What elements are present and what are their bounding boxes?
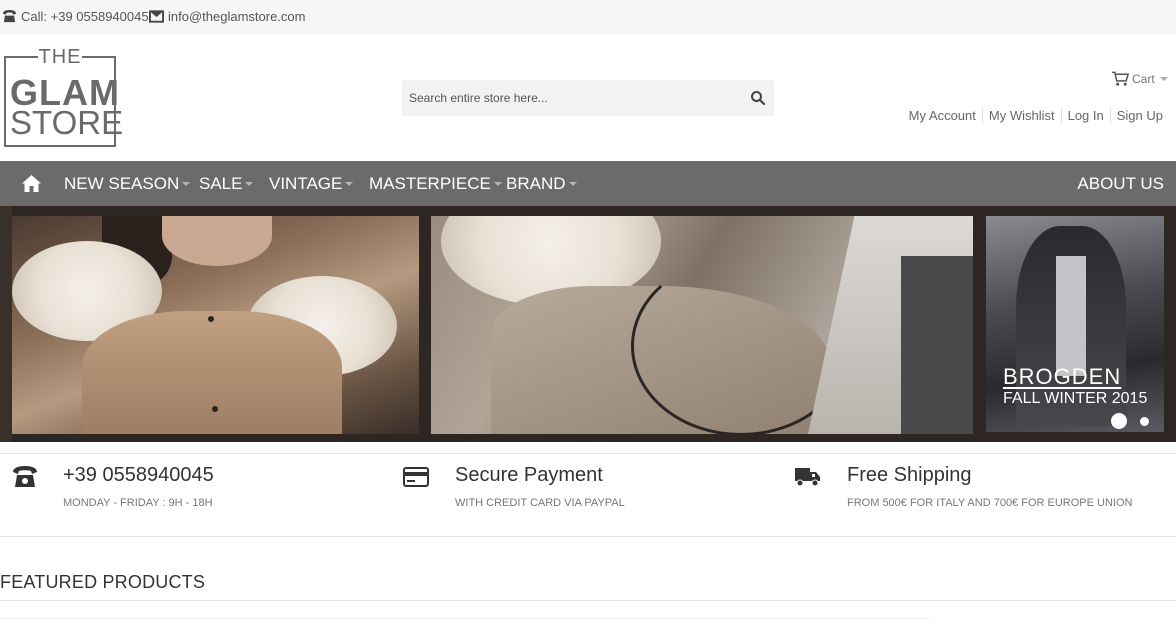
- chevron-down-icon: [568, 182, 577, 186]
- topbar-call[interactable]: Call: +39 0558940045: [2, 9, 149, 24]
- nav-item-label: MASTERPIECE: [369, 174, 491, 193]
- topbar-call-text: Call: +39 0558940045: [21, 9, 149, 24]
- hero-neck: [162, 216, 272, 266]
- hero-slider[interactable]: [0, 206, 1176, 442]
- logo-line-store: STORE: [10, 104, 124, 141]
- truck-icon: [795, 468, 820, 487]
- store-logo[interactable]: THE GLAM STORE: [4, 46, 124, 148]
- cart-icon: [1112, 71, 1129, 86]
- slider-dot-2[interactable]: [1140, 417, 1149, 426]
- chevron-down-icon: [1159, 77, 1168, 81]
- hero-button: [212, 406, 218, 412]
- feature-title: Secure Payment: [455, 464, 603, 486]
- search-input[interactable]: [402, 80, 732, 116]
- my-wishlist-link[interactable]: My Wishlist: [981, 108, 1061, 123]
- chevron-down-icon: [245, 182, 254, 186]
- search-bar: [402, 80, 774, 116]
- nav-item-label: VINTAGE: [269, 174, 343, 193]
- nav-item-label: NEW SEASON: [64, 174, 180, 193]
- nav-item-label: SALE: [199, 174, 243, 193]
- log-in-link[interactable]: Log In: [1060, 108, 1110, 123]
- hero-image-left: [12, 216, 419, 434]
- account-links: My Account My Wishlist Log In Sign Up: [903, 108, 1169, 123]
- hero-jacket: [901, 256, 973, 434]
- features-row: +39 0558940045 MONDAY - FRIDAY : 9H - 18…: [0, 453, 1176, 537]
- hero-brand-name: BROGDEN: [1003, 364, 1122, 389]
- nav-item-vintage[interactable]: VINTAGE: [269, 174, 354, 194]
- topbar-email-text: info@theglamstore.com: [168, 9, 306, 24]
- nav-item-about-us[interactable]: ABOUT US: [1077, 174, 1164, 194]
- my-account-link[interactable]: My Account: [903, 108, 982, 123]
- feature-subtitle: MONDAY - FRIDAY : 9H - 18H: [63, 497, 213, 509]
- section-divider: [0, 600, 1176, 601]
- chevron-down-icon: [345, 182, 354, 186]
- sign-up-link[interactable]: Sign Up: [1109, 108, 1169, 123]
- logo-line-the: THE: [38, 46, 82, 69]
- search-icon[interactable]: [750, 90, 766, 106]
- feature-subtitle: FROM 500€ FOR ITALY AND 700€ FOR EUROPE …: [847, 497, 1133, 509]
- hero-image-center: [431, 216, 973, 434]
- product-grid: [0, 618, 930, 629]
- main-navigation: NEW SEASON SALE VINTAGE MASTERPIECE BRAN…: [0, 161, 1176, 206]
- hero-season: FALL WINTER 2015: [1003, 390, 1148, 407]
- credit-card-icon: [403, 467, 429, 487]
- chevron-down-icon: [493, 182, 502, 186]
- nav-item-sale[interactable]: SALE: [199, 174, 254, 194]
- feature-title: Free Shipping: [847, 464, 972, 486]
- phone-icon: [13, 466, 37, 487]
- nav-item-new-season[interactable]: NEW SEASON: [64, 174, 191, 194]
- top-contact-bar: Call: +39 0558940045 info@theglamstore.c…: [0, 0, 1176, 34]
- cart-button[interactable]: Cart: [1112, 71, 1168, 87]
- topbar-email[interactable]: info@theglamstore.com: [149, 9, 305, 24]
- nav-item-brand[interactable]: BRAND: [506, 174, 577, 194]
- hero-edge: [0, 206, 12, 442]
- home-icon[interactable]: [22, 175, 41, 192]
- phone-icon: [3, 10, 16, 23]
- slider-dot-1[interactable]: [1111, 413, 1127, 429]
- hero-button: [208, 316, 214, 322]
- chevron-down-icon: [182, 182, 191, 186]
- featured-products-heading: FEATURED PRODUCTS: [0, 572, 206, 592]
- nav-item-label: BRAND: [506, 174, 566, 193]
- feature-subtitle: WITH CREDIT CARD VIA PAYPAL: [455, 497, 625, 509]
- hero-coat: [82, 311, 342, 434]
- feature-title: +39 0558940045: [63, 464, 214, 486]
- hero-collar: [1056, 256, 1086, 376]
- envelope-icon: [149, 10, 164, 23]
- cart-label: Cart: [1132, 72, 1155, 86]
- nav-item-masterpiece[interactable]: MASTERPIECE: [369, 174, 502, 194]
